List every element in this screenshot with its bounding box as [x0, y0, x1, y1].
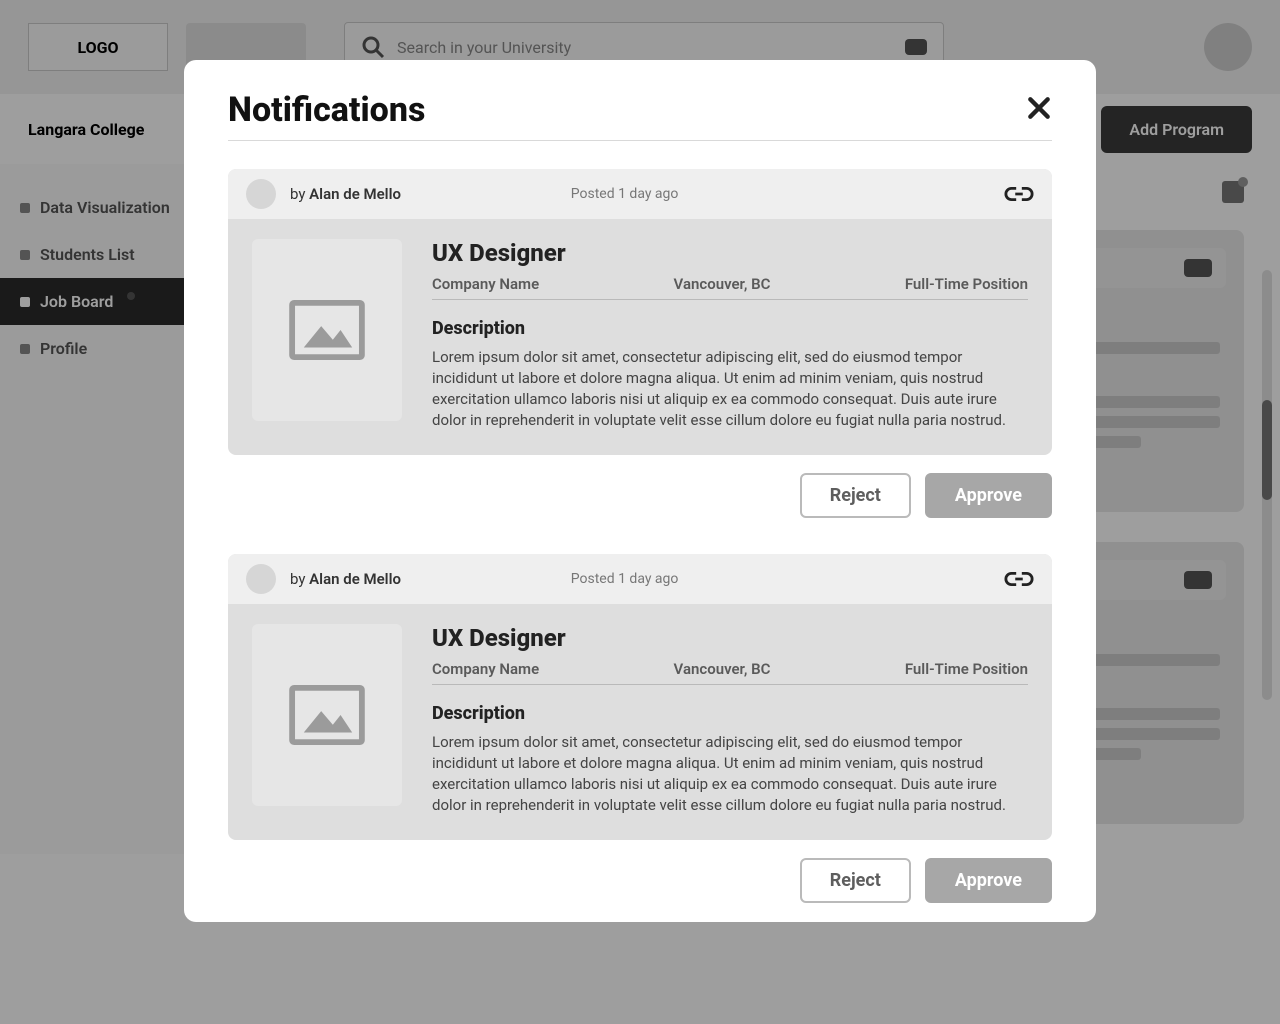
job-title: UX Designer — [432, 239, 1028, 267]
notification-card: by Alan de Mello Posted 1 day ago UX Des… — [228, 169, 1052, 455]
image-icon — [288, 684, 366, 746]
posted-time: Posted 1 day ago — [571, 571, 679, 587]
author-avatar — [246, 564, 276, 594]
position-type: Full-Time Position — [905, 275, 1028, 293]
description-text: Lorem ipsum dolor sit amet, consectetur … — [432, 347, 1028, 431]
author-avatar — [246, 179, 276, 209]
notification-body: UX Designer Company Name Vancouver, BC F… — [228, 219, 1052, 455]
notification-header: by Alan de Mello Posted 1 day ago — [228, 169, 1052, 219]
approve-button[interactable]: Approve — [925, 473, 1052, 518]
job-title: UX Designer — [432, 624, 1028, 652]
job-location: Vancouver, BC — [674, 275, 771, 293]
link-icon — [1004, 569, 1034, 589]
reject-button[interactable]: Reject — [800, 473, 911, 518]
open-link-button[interactable] — [1004, 184, 1034, 204]
open-link-button[interactable] — [1004, 569, 1034, 589]
job-location: Vancouver, BC — [674, 660, 771, 678]
author-name: by Alan de Mello — [290, 570, 401, 588]
company-name: Company Name — [432, 275, 539, 293]
job-image-placeholder — [252, 239, 402, 421]
notification-actions: Reject Approve — [228, 858, 1052, 903]
modal-header: Notifications — [228, 90, 1052, 141]
link-icon — [1004, 184, 1034, 204]
author-name: by Alan de Mello — [290, 185, 401, 203]
notification-card: by Alan de Mello Posted 1 day ago UX Des… — [228, 554, 1052, 840]
posted-time: Posted 1 day ago — [571, 186, 679, 202]
notification-actions: Reject Approve — [228, 473, 1052, 518]
notification-body: UX Designer Company Name Vancouver, BC F… — [228, 604, 1052, 840]
job-meta-row: Company Name Vancouver, BC Full-Time Pos… — [432, 652, 1028, 685]
description-label: Description — [432, 318, 1028, 339]
notification-header: by Alan de Mello Posted 1 day ago — [228, 554, 1052, 604]
job-details: UX Designer Company Name Vancouver, BC F… — [432, 624, 1028, 816]
reject-button[interactable]: Reject — [800, 858, 911, 903]
close-button[interactable] — [1026, 94, 1052, 126]
job-details: UX Designer Company Name Vancouver, BC F… — [432, 239, 1028, 431]
modal-title: Notifications — [228, 90, 425, 130]
notifications-modal: Notifications by Alan de Mello Posted 1 … — [184, 60, 1096, 922]
close-icon — [1026, 95, 1052, 121]
job-image-placeholder — [252, 624, 402, 806]
company-name: Company Name — [432, 660, 539, 678]
approve-button[interactable]: Approve — [925, 858, 1052, 903]
job-meta-row: Company Name Vancouver, BC Full-Time Pos… — [432, 267, 1028, 300]
position-type: Full-Time Position — [905, 660, 1028, 678]
description-text: Lorem ipsum dolor sit amet, consectetur … — [432, 732, 1028, 816]
image-icon — [288, 299, 366, 361]
notifications-list: by Alan de Mello Posted 1 day ago UX Des… — [228, 169, 1052, 903]
description-label: Description — [432, 703, 1028, 724]
